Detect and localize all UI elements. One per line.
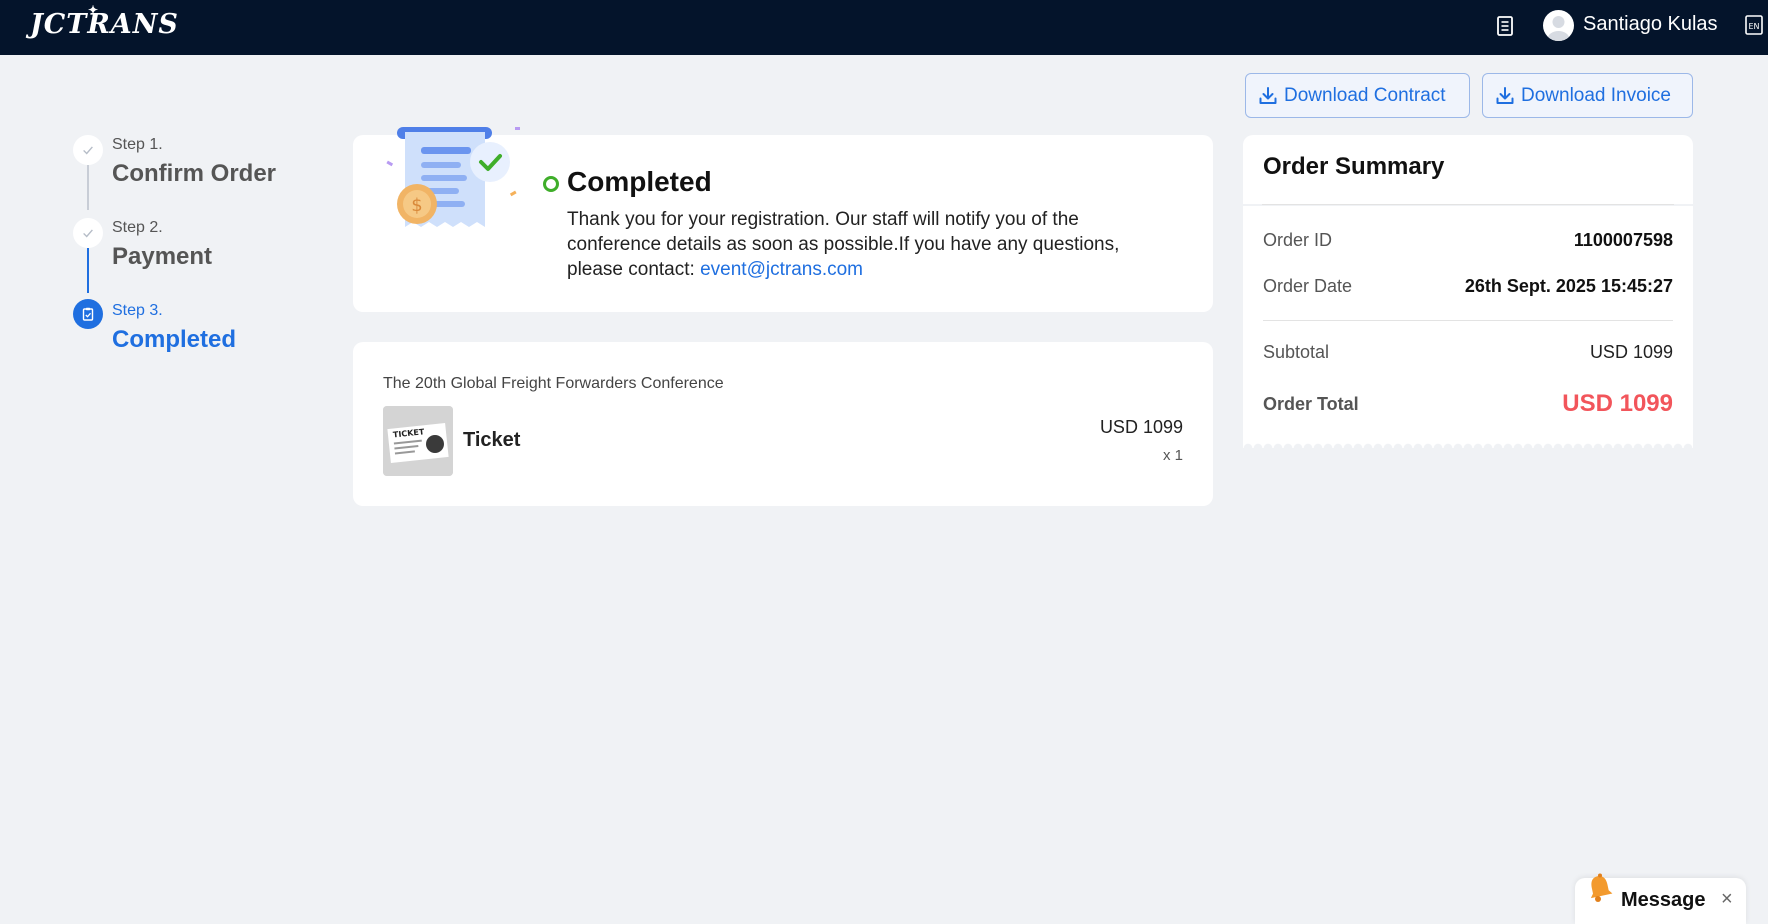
step-title: Completed [112, 326, 237, 353]
bell-icon [1590, 873, 1613, 902]
step-number: Step 3. [112, 302, 163, 319]
jctrans-logo[interactable]: JCTRANS ✦ [30, 3, 179, 40]
check-icon [73, 135, 103, 165]
document-icon[interactable] [1496, 15, 1514, 37]
order-date-value: 26th Sept. 2025 15:45:27 [1464, 276, 1673, 296]
download-contract-button[interactable]: Download Contract [1245, 73, 1470, 118]
language-icon[interactable]: EN [1744, 14, 1764, 36]
ticket-quantity: x 1 [1162, 447, 1183, 464]
order-item-card [353, 342, 1213, 506]
status-dot [543, 176, 559, 192]
top-header: JCTRANS ✦ Santiago Kulas EN [0, 0, 1768, 55]
summary-separator [1263, 320, 1673, 321]
order-id-value: 1100007598 [1573, 230, 1673, 250]
ticket-name: Ticket [463, 429, 521, 451]
star-icon: ✦ [88, 3, 100, 17]
order-id-label: Order ID [1263, 230, 1333, 250]
order-total-row: Order Total USD 1099 [1263, 390, 1673, 418]
subtotal-value: USD 1099 [1589, 342, 1673, 362]
download-invoice-button[interactable]: Download Invoice [1482, 73, 1693, 118]
step-connector [87, 248, 89, 293]
subtotal-label: Subtotal [1263, 342, 1330, 362]
avatar[interactable] [1543, 10, 1574, 41]
logo-text: JCTRANS [30, 9, 179, 40]
step-connector [87, 165, 89, 210]
order-id-row: Order ID 1100007598 [1263, 230, 1673, 251]
user-name[interactable]: Santiago Kulas [1583, 13, 1718, 36]
order-summary-title: Order Summary [1263, 153, 1445, 180]
order-total-value: USD 1099 [1562, 390, 1673, 417]
order-summary-header: Order Summary [1243, 135, 1693, 204]
ticket-price: USD 1099 [1099, 417, 1183, 437]
svg-text:EN: EN [1748, 22, 1759, 31]
conference-title: The 20th Global Freight Forwarders Confe… [383, 375, 724, 392]
summary-torn-edge [1243, 440, 1693, 448]
svg-text:$: $ [411, 195, 422, 216]
ticket-thumbnail: TICKET [383, 406, 453, 476]
completion-message: Thank you for your registration. Our sta… [567, 207, 1167, 282]
step-title: Confirm Order [112, 160, 277, 187]
close-icon[interactable]: × [1721, 888, 1733, 911]
order-date-row: Order Date 26th Sept. 2025 15:45:27 [1263, 276, 1673, 297]
avatar-icon [1547, 16, 1570, 41]
download-icon [1259, 86, 1277, 104]
clipboard-check-icon [73, 299, 103, 329]
completion-title: Completed [567, 166, 712, 197]
download-contract-label: Download Contract [1284, 84, 1446, 106]
order-date-label: Order Date [1263, 276, 1353, 296]
message-widget[interactable]: Message × [1575, 873, 1746, 924]
step-title: Payment [112, 243, 213, 270]
receipt-illustration: $ [386, 127, 520, 227]
check-icon [73, 218, 103, 248]
order-summary-body: Order ID 1100007598 Order Date 26th Sept… [1243, 206, 1693, 442]
download-icon [1496, 86, 1514, 104]
message-label: Message [1621, 889, 1706, 911]
contact-email-link[interactable]: event@jctrans.com [700, 259, 863, 280]
step-number: Step 1. [112, 136, 163, 153]
summary-divider [1262, 204, 1674, 205]
step-number: Step 2. [112, 219, 163, 236]
order-total-label: Order Total [1263, 393, 1359, 414]
download-invoice-label: Download Invoice [1521, 84, 1671, 106]
subtotal-row: Subtotal USD 1099 [1263, 342, 1673, 363]
